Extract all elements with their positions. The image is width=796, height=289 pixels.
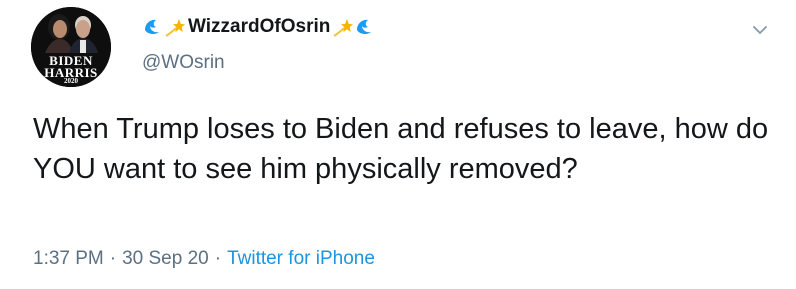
separator: · [214, 248, 222, 269]
tweet-date[interactable]: 30 Sep 20 [122, 248, 209, 269]
water-wave-icon [354, 16, 376, 38]
chevron-down-icon[interactable] [750, 20, 770, 40]
shooting-star-icon [164, 16, 186, 38]
separator: · [109, 248, 117, 269]
author-handle[interactable]: @WOsrin [142, 52, 225, 74]
tweet-time[interactable]: 1:37 PM [33, 248, 104, 269]
tweet-metadata: 1:37 PM · 30 Sep 20 · Twitter for iPhone [33, 248, 375, 270]
shooting-star-icon [332, 16, 354, 38]
author-display-name[interactable]: WizzardOfOsrin [188, 16, 330, 38]
tweet-source-link[interactable]: Twitter for iPhone [227, 248, 375, 269]
avatar[interactable]: BIDEN HARRIS 2020 [31, 7, 111, 87]
water-wave-icon [142, 16, 164, 38]
avatar-text-year: 2020 [64, 77, 78, 85]
author-name-row[interactable]: WizzardOfOsrin [142, 14, 376, 40]
tweet-card: BIDEN HARRIS 2020 WizzardOfOsrin @WOsrin… [0, 0, 796, 289]
tweet-text: When Trump loses to Biden and refuses to… [33, 113, 769, 185]
